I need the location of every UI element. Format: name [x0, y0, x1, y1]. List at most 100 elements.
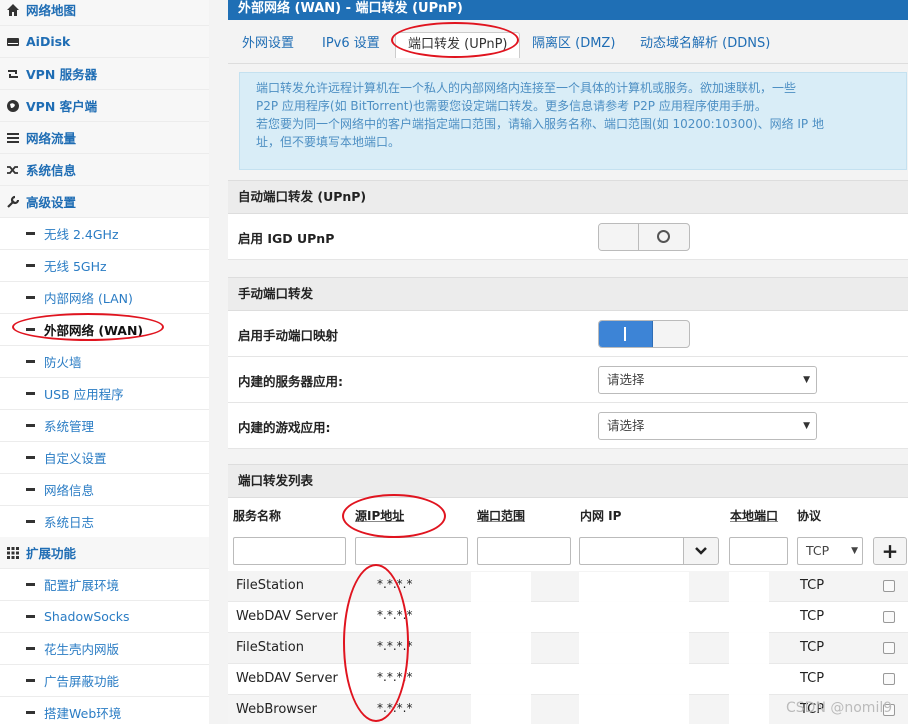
th-protocol: 协议 — [797, 509, 822, 523]
th-source-ip: 源IP地址 — [355, 509, 405, 523]
game-apps-select[interactable]: 请选择 ▼ — [598, 412, 817, 440]
game-apps-value: 请选择 — [607, 418, 645, 433]
lan-ip-input[interactable] — [579, 537, 684, 565]
add-rule-button[interactable]: + — [873, 537, 907, 565]
sidebar-item-firewall[interactable]: 防火墙 — [0, 346, 209, 378]
table-row[interactable]: FileStation *.*.*.* TCP — [228, 633, 908, 664]
table-row[interactable]: FileStation *.*.*.* TCP — [228, 571, 908, 602]
row-select-checkbox[interactable] — [883, 611, 895, 623]
dash-icon — [26, 583, 35, 586]
sidebar-item-adblock[interactable]: 广告屏蔽功能 — [0, 665, 209, 697]
list-icon — [6, 131, 20, 145]
sidebar-item-wan[interactable]: 外部网络 (WAN) — [0, 314, 209, 346]
info-line: 址，但不要填写本地端口。 — [256, 135, 401, 149]
service-name-input[interactable] — [233, 537, 346, 565]
cell-protocol: TCP — [800, 671, 825, 686]
cell-source-ip: *.*.*.* — [377, 577, 413, 591]
sidebar-item-label: 花生壳内网版 — [44, 642, 120, 657]
random-icon — [6, 163, 20, 177]
caret-down-icon: ▼ — [803, 421, 810, 431]
dash-icon — [26, 520, 35, 523]
redaction-block — [471, 572, 531, 724]
home-icon — [6, 3, 20, 17]
dash-icon — [26, 679, 35, 682]
sidebar-item-vpn-server[interactable]: VPN 服务器 — [0, 58, 209, 90]
sidebar-item-network-map[interactable]: 网络地图 — [0, 0, 209, 26]
dash-icon — [26, 456, 35, 459]
table-row[interactable]: WebDAV Server *.*.*.* TCP — [228, 602, 908, 633]
on-bar-icon — [624, 327, 626, 341]
sidebar-item-label: VPN 服务器 — [26, 67, 98, 82]
sidebar-item-ext-env[interactable]: 配置扩展环境 — [0, 569, 209, 601]
dash-icon — [26, 328, 35, 331]
tab-port-forwarding[interactable]: 端口转发 (UPnP) — [395, 32, 521, 58]
th-lan-ip: 内网 IP — [580, 509, 622, 523]
source-ip-input[interactable] — [355, 537, 468, 565]
tab-wan-settings[interactable]: 外网设置 — [242, 32, 294, 58]
sidebar-item-aidisk[interactable]: AiDisk — [0, 26, 209, 58]
table-row[interactable]: WebDAV Server *.*.*.* TCP — [228, 664, 908, 695]
sidebar-item-web-env[interactable]: 搭建Web环境 — [0, 697, 209, 724]
row-select-checkbox[interactable] — [883, 580, 895, 592]
caret-down-icon: ▼ — [851, 546, 858, 556]
sidebar-item-label: 广告屏蔽功能 — [44, 674, 120, 689]
dash-icon — [26, 711, 35, 714]
server-apps-value: 请选择 — [607, 372, 645, 387]
sidebar-item-administration[interactable]: 系统管理 — [0, 410, 209, 442]
cell-service-name: FileStation — [236, 578, 304, 593]
sidebar-item-label: VPN 客户端 — [26, 99, 98, 114]
info-line: 端口转发允许远程计算机在一个私人的内部网络内连接至一个具体的计算机或服务。欲加速… — [256, 81, 797, 95]
dash-icon — [26, 615, 35, 618]
local-port-input[interactable] — [729, 537, 788, 565]
sidebar-item-label: 配置扩展环境 — [44, 578, 120, 593]
sidebar-item-label: 自定义设置 — [44, 451, 107, 466]
sidebar-item-advanced[interactable]: 高级设置 — [0, 186, 209, 218]
sidebar-item-label: USB 应用程序 — [44, 387, 124, 402]
manual-enable-label: 启用手动端口映射 — [238, 328, 339, 343]
sidebar-item-usb-apps[interactable]: USB 应用程序 — [0, 378, 209, 410]
sidebar-item-vpn-client[interactable]: VPN 客户端 — [0, 90, 209, 122]
sidebar-item-customization[interactable]: 自定义设置 — [0, 442, 209, 474]
sidebar-item-lan[interactable]: 内部网络 (LAN) — [0, 282, 209, 314]
th-port-range: 端口范围 — [477, 509, 526, 523]
sidebar-item-label: 网络信息 — [44, 483, 95, 498]
caret-down-icon: ▼ — [803, 375, 810, 385]
protocol-value: TCP — [806, 543, 830, 558]
sidebar-item-shadowsocks[interactable]: ShadowSocks — [0, 601, 209, 633]
tab-ipv6[interactable]: IPv6 设置 — [322, 32, 380, 58]
sidebar-item-system-log[interactable]: 系统日志 — [0, 506, 209, 538]
port-range-input[interactable] — [477, 537, 571, 565]
sidebar-item-label: 网络地图 — [26, 3, 77, 18]
sidebar-item-traffic[interactable]: 网络流量 — [0, 122, 209, 154]
lan-ip-dropdown-button[interactable] — [683, 537, 719, 565]
sidebar-item-system-info[interactable]: 系统信息 — [0, 154, 209, 186]
sidebar-item-extensions[interactable]: 扩展功能 — [0, 537, 209, 569]
retweet-icon — [6, 67, 20, 81]
sidebar-item-label: 系统信息 — [26, 163, 77, 178]
section-manual: 手动端口转发 — [228, 277, 908, 311]
sidebar-item-wireless-24[interactable]: 无线 2.4GHz — [0, 218, 209, 250]
sidebar-item-label: 高级设置 — [26, 195, 77, 210]
dash-icon — [26, 424, 35, 427]
off-circle-icon — [657, 230, 670, 243]
sidebar-item-oray[interactable]: 花生壳内网版 — [0, 633, 209, 665]
row-manual-enable: 启用手动端口映射 — [228, 311, 908, 357]
cell-protocol: TCP — [800, 609, 825, 624]
tab-ddns[interactable]: 动态域名解析 (DDNS) — [640, 32, 770, 58]
protocol-select[interactable]: TCP ▼ — [797, 537, 863, 565]
row-select-checkbox[interactable] — [883, 642, 895, 654]
sidebar-item-network-info[interactable]: 网络信息 — [0, 474, 209, 506]
section-forward-list: 端口转发列表 — [228, 464, 908, 498]
tab-dmz[interactable]: 隔离区 (DMZ) — [532, 32, 615, 58]
sidebar-item-label: ShadowSocks — [44, 609, 130, 624]
server-apps-select[interactable]: 请选择 ▼ — [598, 366, 817, 394]
globe-icon — [6, 99, 20, 113]
info-line: 若您要为同一个网络中的客户端指定端口范围，请输入服务名称、端口范围(如 1020… — [256, 117, 824, 131]
sidebar-item-wireless-5[interactable]: 无线 5GHz — [0, 250, 209, 282]
row-select-checkbox[interactable] — [883, 673, 895, 685]
igd-upnp-toggle[interactable] — [598, 223, 690, 251]
dash-icon — [26, 360, 35, 363]
cell-source-ip: *.*.*.* — [377, 639, 413, 653]
manual-enable-toggle[interactable] — [598, 320, 690, 348]
section-upnp: 自动端口转发 (UPnP) — [228, 180, 908, 214]
